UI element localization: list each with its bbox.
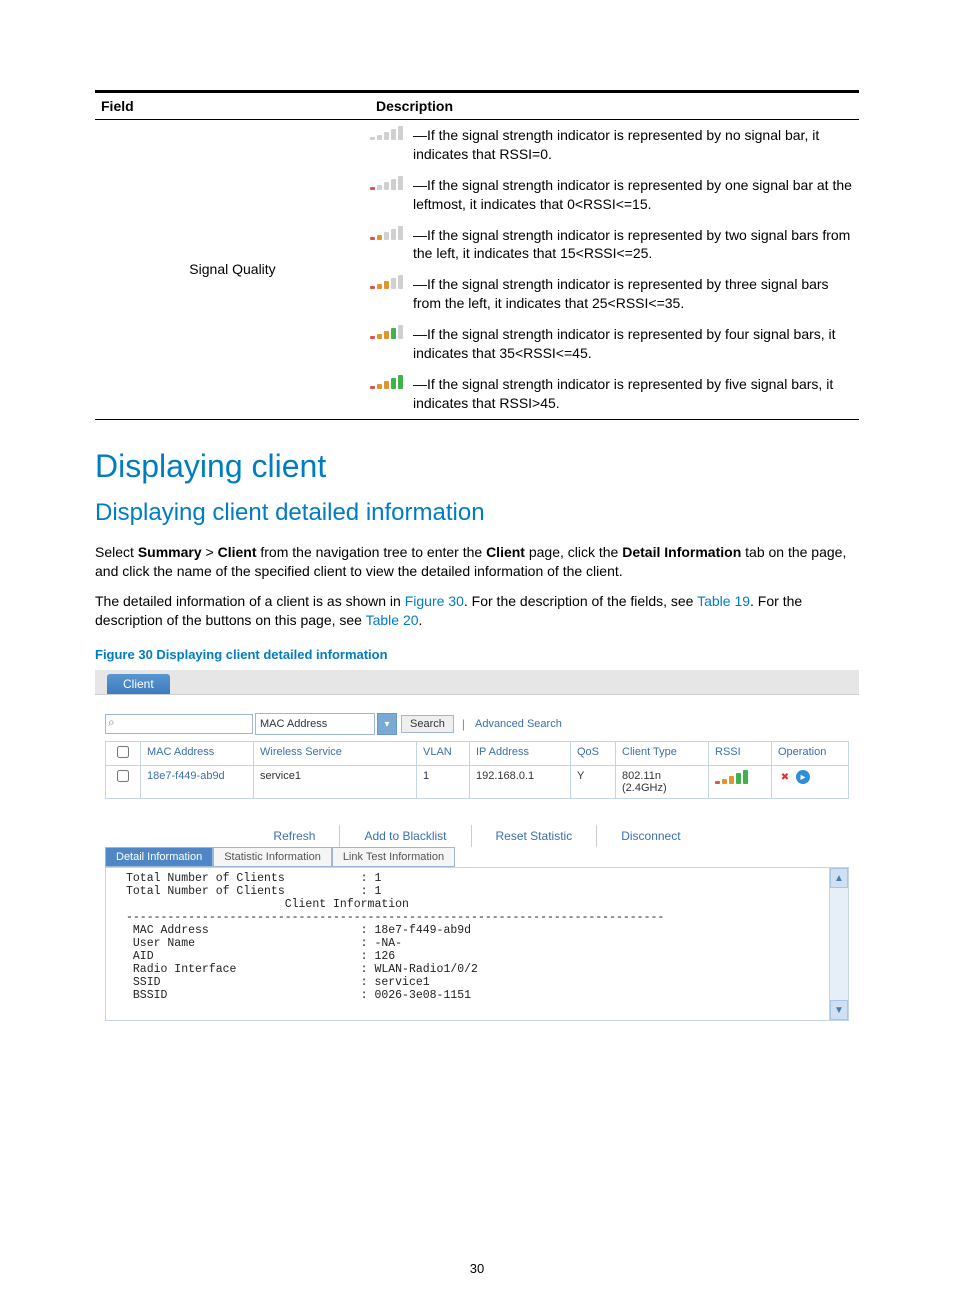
col-mac[interactable]: MAC Address bbox=[141, 742, 254, 765]
search-button[interactable]: Search bbox=[401, 715, 454, 733]
client-table: MAC Address Wireless Service VLAN IP Add… bbox=[105, 741, 849, 799]
cell-ip: 192.168.0.1 bbox=[470, 766, 571, 798]
detail-text: Total Number of Clients : 1 Total Number… bbox=[106, 868, 848, 1020]
advanced-search-link[interactable]: Advanced Search bbox=[475, 718, 562, 730]
signal-item-1: —If the signal strength indicator is rep… bbox=[370, 176, 859, 214]
scroll-up-icon[interactable]: ▲ bbox=[830, 868, 848, 888]
col-client-type[interactable]: Client Type bbox=[616, 742, 709, 765]
signal-bars-5-icon bbox=[370, 375, 403, 389]
nav-summary: Summary bbox=[138, 544, 202, 560]
select-all-checkbox[interactable] bbox=[106, 742, 141, 765]
cell-client-type: 802.11n (2.4GHz) bbox=[616, 766, 709, 798]
signal-item-0: —If the signal strength indicator is rep… bbox=[370, 126, 859, 164]
signal-item-3: —If the signal strength indicator is rep… bbox=[370, 275, 859, 313]
page-number: 30 bbox=[0, 1261, 954, 1276]
rssi-bars-icon bbox=[715, 770, 748, 784]
table-19-link[interactable]: Table 19 bbox=[697, 593, 750, 609]
search-input[interactable] bbox=[105, 714, 253, 734]
cell-vlan: 1 bbox=[417, 766, 470, 798]
search-row: MAC Address ▾ Search | Advanced Search bbox=[105, 713, 849, 735]
tab-statistic-information[interactable]: Statistic Information bbox=[213, 847, 332, 867]
cell-ws: service1 bbox=[254, 766, 417, 798]
signal-text-2: —If the signal strength indicator is rep… bbox=[413, 226, 859, 264]
scrollbar[interactable]: ▲ ▼ bbox=[829, 868, 848, 1020]
signal-text-5: —If the signal strength indicator is rep… bbox=[413, 375, 859, 413]
col-vlan[interactable]: VLAN bbox=[417, 742, 470, 765]
col-qos[interactable]: QoS bbox=[571, 742, 616, 765]
reset-statistic-button[interactable]: Reset Statistic bbox=[472, 825, 598, 847]
signal-item-5: —If the signal strength indicator is rep… bbox=[370, 375, 859, 413]
table-row: 18e7-f449-ab9d service1 1 192.168.0.1 Y … bbox=[106, 766, 848, 798]
signal-item-2: —If the signal strength indicator is rep… bbox=[370, 226, 859, 264]
detail-panel: Total Number of Clients : 1 Total Number… bbox=[105, 867, 849, 1021]
disconnect-button[interactable]: Disconnect bbox=[597, 825, 704, 847]
figure-caption: Figure 30 Displaying client detailed inf… bbox=[95, 647, 859, 662]
table-header-row: MAC Address Wireless Service VLAN IP Add… bbox=[106, 742, 848, 766]
signal-bars-4-icon bbox=[370, 325, 403, 339]
add-blacklist-button[interactable]: Add to Blacklist bbox=[340, 825, 471, 847]
detail-icon[interactable] bbox=[796, 770, 810, 784]
signal-quality-row: Signal Quality —If the signal strength i… bbox=[95, 120, 859, 420]
signal-bars-1-icon bbox=[370, 176, 403, 190]
nav-client: Client bbox=[218, 544, 257, 560]
paragraph-2: The detailed information of a client is … bbox=[95, 592, 859, 631]
col-ip[interactable]: IP Address bbox=[470, 742, 571, 765]
figure-30-link[interactable]: Figure 30 bbox=[405, 593, 464, 609]
field-desc-header: Field Description bbox=[95, 90, 859, 120]
subsection-heading: Displaying client detailed information bbox=[95, 499, 859, 527]
window-tabbar: Client bbox=[95, 670, 859, 695]
header-field: Field bbox=[95, 98, 376, 114]
row-label: Signal Quality bbox=[95, 126, 370, 413]
signal-text-0: —If the signal strength indicator is rep… bbox=[413, 126, 859, 164]
cell-qos: Y bbox=[571, 766, 616, 798]
tab-detail-information[interactable]: Detail Information bbox=[105, 847, 213, 867]
action-button-row: Refresh Add to Blacklist Reset Statistic… bbox=[95, 825, 859, 847]
page-client: Client bbox=[486, 544, 525, 560]
refresh-button[interactable]: Refresh bbox=[249, 825, 340, 847]
scroll-down-icon[interactable]: ▼ bbox=[830, 1000, 848, 1020]
mac-link[interactable]: 18e7-f449-ab9d bbox=[147, 770, 225, 782]
signal-text-3: —If the signal strength indicator is rep… bbox=[413, 275, 859, 313]
disconnect-icon[interactable] bbox=[778, 770, 792, 784]
tab-detail-info: Detail Information bbox=[622, 544, 741, 560]
signal-bars-0-icon bbox=[370, 126, 403, 140]
row-checkbox[interactable] bbox=[106, 766, 141, 798]
col-wireless-service[interactable]: Wireless Service bbox=[254, 742, 417, 765]
signal-item-4: —If the signal strength indicator is rep… bbox=[370, 325, 859, 363]
client-window: Client MAC Address ▾ Search | Advanced S… bbox=[95, 670, 859, 1021]
search-field-select[interactable]: MAC Address bbox=[255, 713, 375, 735]
signal-bars-2-icon bbox=[370, 226, 403, 240]
signal-text-4: —If the signal strength indicator is rep… bbox=[413, 325, 859, 363]
section-heading: Displaying client bbox=[95, 448, 859, 485]
tab-client[interactable]: Client bbox=[107, 674, 170, 694]
detail-tabs: Detail Information Statistic Information… bbox=[105, 847, 849, 867]
col-operation[interactable]: Operation bbox=[772, 742, 848, 765]
cell-rssi bbox=[709, 766, 772, 798]
cell-operation bbox=[772, 766, 848, 798]
table-20-link[interactable]: Table 20 bbox=[366, 612, 419, 628]
chevron-down-icon[interactable]: ▾ bbox=[377, 713, 397, 735]
signal-bars-3-icon bbox=[370, 275, 403, 289]
paragraph-1: Select Summary > Client from the navigat… bbox=[95, 543, 859, 582]
signal-text-1: —If the signal strength indicator is rep… bbox=[413, 176, 859, 214]
header-desc: Description bbox=[376, 98, 859, 114]
tab-link-test-information[interactable]: Link Test Information bbox=[332, 847, 455, 867]
col-rssi[interactable]: RSSI bbox=[709, 742, 772, 765]
